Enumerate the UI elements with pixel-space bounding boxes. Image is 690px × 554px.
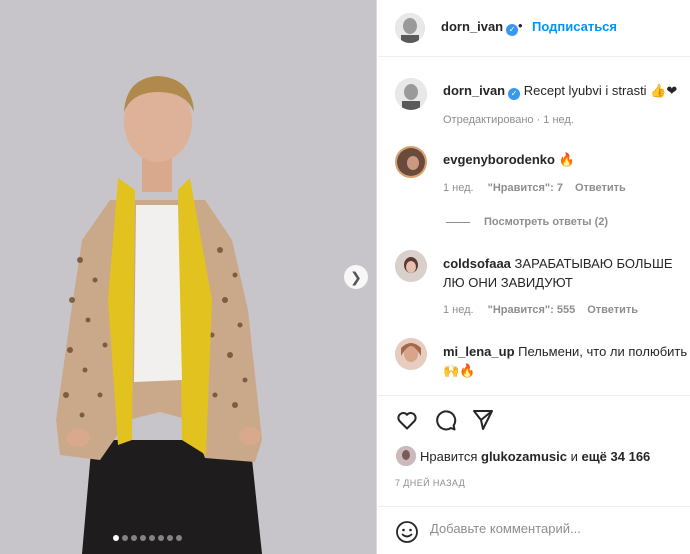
replies-divider	[446, 221, 470, 223]
comment-likes[interactable]: "Нравится": 7	[488, 182, 563, 194]
comment-avatar[interactable]	[395, 338, 427, 370]
comment-username[interactable]: mi_lena_up	[443, 344, 515, 359]
header-separator: •	[518, 18, 523, 33]
caption-edited-meta: Отредактировано · 1 нед.	[443, 114, 574, 126]
liker-username[interactable]: glukozamusic	[481, 449, 567, 464]
caption-author-avatar[interactable]	[395, 78, 427, 110]
carousel-dot	[176, 535, 182, 541]
likes-count[interactable]: ещё 34 166	[581, 449, 650, 464]
view-replies-button[interactable]: Посмотреть ответы (2)	[446, 216, 608, 228]
carousel-dots	[113, 535, 182, 541]
comment-text: coldsofaaa ЗАРАБАТЫВАЮ БОЛЬШЕ ЛЮ ОНИ ЗАВ…	[443, 254, 690, 292]
comment-age: 1 нед.	[443, 182, 474, 194]
post-date: 7 ДНЕЙ НАЗАД	[395, 478, 466, 488]
carousel-dot	[167, 535, 173, 541]
carousel-dot	[149, 535, 155, 541]
carousel-dot	[122, 535, 128, 541]
carousel-dot	[140, 535, 146, 541]
comment-meta: 1 нед. "Нравится": 555 Ответить	[443, 304, 638, 316]
comment-age: 1 нед.	[443, 304, 474, 316]
add-comment-input[interactable]	[430, 521, 670, 536]
comment-likes[interactable]: "Нравится": 555	[488, 304, 576, 316]
comment-username[interactable]: coldsofaaa	[443, 256, 511, 271]
caption-emoji: 👍❤	[650, 83, 678, 98]
carousel-dot	[158, 535, 164, 541]
comment-body: 🔥	[558, 152, 575, 167]
heart-icon[interactable]	[395, 408, 419, 432]
comment-text: mi_lena_up Пельмени, что ли полюбить 🙌🔥	[443, 342, 690, 380]
author-username[interactable]: dorn_ivan ✓	[441, 19, 519, 36]
post-header: dorn_ivan ✓ • Подписаться	[378, 0, 690, 57]
likes-summary[interactable]: Нравится glukozamusic и ещё 34 166	[396, 446, 650, 466]
follow-button[interactable]: Подписаться	[532, 19, 617, 34]
verified-badge-icon: ✓	[506, 24, 519, 36]
emoji-icon[interactable]	[395, 520, 419, 544]
comment-icon[interactable]	[433, 408, 457, 432]
post-sidebar: dorn_ivan ✓ • Подписаться dorn_ivan ✓ Rece…	[378, 0, 690, 554]
liker-avatar	[396, 446, 416, 466]
share-icon[interactable]	[471, 408, 495, 432]
carousel-dot	[131, 535, 137, 541]
add-comment-bar	[378, 506, 690, 554]
comment-text: evgenyborodenko 🔥	[443, 150, 690, 169]
photo-illustration	[0, 0, 376, 554]
comment-meta: 1 нед. "Нравится": 7 Ответить	[443, 182, 626, 194]
caption-body: Recept lyubvi i strasti	[523, 83, 647, 98]
caption-text: dorn_ivan ✓ Recept lyubvi i strasti 👍❤	[443, 83, 677, 100]
comment-reply-button[interactable]: Ответить	[575, 182, 626, 194]
carousel-dot	[113, 535, 119, 541]
comment-avatar[interactable]	[395, 250, 427, 282]
comment-username[interactable]: evgenyborodenko	[443, 152, 555, 167]
verified-badge-icon: ✓	[508, 88, 521, 100]
post-photo[interactable]: ❯	[0, 0, 377, 554]
comment-avatar[interactable]	[395, 146, 427, 178]
carousel-next-button[interactable]: ❯	[344, 265, 368, 289]
caption-username[interactable]: dorn_ivan	[443, 83, 505, 98]
comment-reply-button[interactable]: Ответить	[587, 304, 638, 316]
post-actions	[378, 395, 690, 442]
chevron-right-icon: ❯	[350, 268, 362, 285]
author-avatar[interactable]	[395, 13, 425, 43]
